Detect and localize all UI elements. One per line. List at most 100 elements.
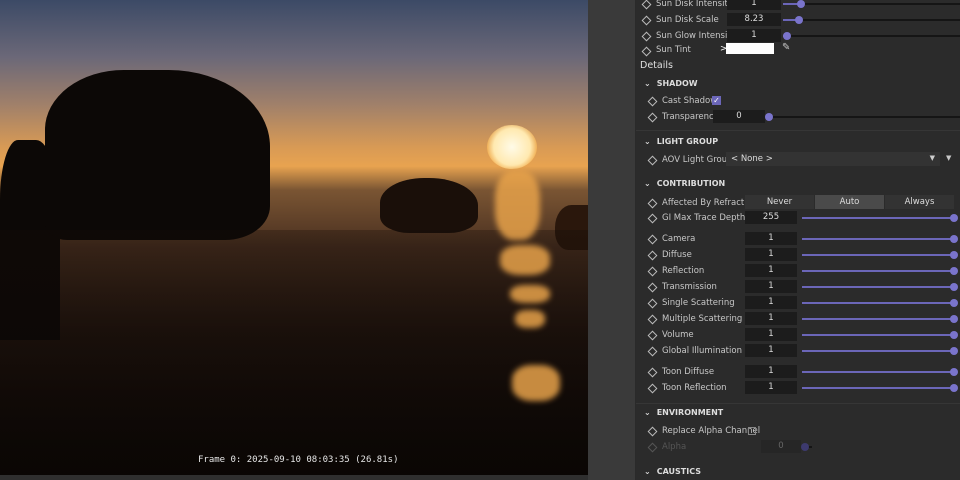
keyframe-diamond-icon[interactable] xyxy=(647,298,658,309)
value-field[interactable]: 1 xyxy=(745,232,797,245)
contribution-slider[interactable] xyxy=(802,251,958,259)
value-field[interactable]: 1 xyxy=(745,264,797,277)
slider-fill xyxy=(802,270,954,272)
value-slider[interactable] xyxy=(782,32,960,40)
slider-knob[interactable] xyxy=(782,32,791,40)
contribution-slider[interactable] xyxy=(802,283,958,291)
slider-knob[interactable] xyxy=(950,214,958,222)
value-field[interactable]: 0 xyxy=(713,110,765,123)
cast-shadow-checkbox[interactable]: ✓ xyxy=(712,96,721,105)
keyframe-diamond-icon[interactable] xyxy=(647,250,658,261)
dropdown-value: < None > xyxy=(731,154,773,164)
slider-knob[interactable] xyxy=(950,331,958,339)
value-field[interactable]: 1 xyxy=(727,29,781,42)
alpha-slider[interactable] xyxy=(801,443,812,451)
keyframe-diamond-icon[interactable] xyxy=(647,282,658,293)
slider-knob[interactable] xyxy=(950,384,958,392)
keyframe-diamond-icon[interactable] xyxy=(641,15,652,26)
value-field[interactable]: 1 xyxy=(745,248,797,261)
property-label: Alpha xyxy=(662,442,687,452)
value-field[interactable]: 1 xyxy=(745,328,797,341)
value-field[interactable]: 1 xyxy=(745,312,797,325)
gi-depth-slider[interactable] xyxy=(802,214,958,222)
keyframe-diamond-icon[interactable] xyxy=(647,96,658,107)
details-heading: Details xyxy=(640,60,673,71)
slider-knob[interactable] xyxy=(950,267,958,275)
refraction-option-never[interactable]: Never xyxy=(745,195,814,209)
options-menu-icon[interactable]: ▼ xyxy=(946,154,951,162)
slider-knob[interactable] xyxy=(950,368,958,376)
slider-knob[interactable] xyxy=(794,16,803,24)
section-light-group[interactable]: ⌄ LIGHT GROUP xyxy=(644,137,718,146)
keyframe-diamond-icon[interactable] xyxy=(647,266,658,277)
replace-alpha-checkbox[interactable] xyxy=(748,427,756,435)
viewport-footer xyxy=(0,475,588,480)
section-environment[interactable]: ⌄ ENVIRONMENT xyxy=(644,408,723,417)
property-label: Toon Reflection xyxy=(662,383,727,393)
slider-fill xyxy=(802,387,954,389)
contribution-slider[interactable] xyxy=(802,368,958,376)
slider-knob[interactable] xyxy=(801,443,809,451)
transparency-slider[interactable] xyxy=(765,113,960,121)
slider-knob[interactable] xyxy=(950,347,958,355)
section-title: LIGHT GROUP xyxy=(656,137,719,146)
render-viewport[interactable]: Frame 0: 2025-09-10 08:03:35 (26.81s) xyxy=(0,0,588,475)
eyedropper-icon[interactable]: ✎ xyxy=(782,42,790,53)
contribution-slider[interactable] xyxy=(802,267,958,275)
slider-fill xyxy=(802,254,954,256)
slider-knob[interactable] xyxy=(765,113,773,121)
property-label: Volume xyxy=(662,330,694,340)
slider-knob[interactable] xyxy=(950,299,958,307)
value-field[interactable]: 1 xyxy=(745,296,797,309)
slider-knob[interactable] xyxy=(796,0,805,8)
refraction-option-always[interactable]: Always xyxy=(885,195,954,209)
section-caustics[interactable]: ⌄ CAUSTICS xyxy=(644,467,701,476)
value-slider[interactable] xyxy=(783,16,960,24)
keyframe-diamond-icon[interactable] xyxy=(647,112,658,123)
aov-light-group-dropdown[interactable]: < None > ▼ xyxy=(726,152,940,166)
contribution-slider[interactable] xyxy=(802,384,958,392)
keyframe-diamond-icon[interactable] xyxy=(641,46,652,57)
slider-fill xyxy=(802,318,954,320)
value-field[interactable]: 1 xyxy=(745,381,797,394)
keyframe-diamond-icon[interactable] xyxy=(647,213,658,224)
keyframe-diamond-icon[interactable] xyxy=(647,383,658,394)
keyframe-diamond-icon[interactable] xyxy=(647,155,658,166)
value-field[interactable]: 1 xyxy=(745,365,797,378)
keyframe-diamond-icon[interactable] xyxy=(647,346,658,357)
keyframe-diamond-icon[interactable] xyxy=(647,426,658,437)
contribution-slider[interactable] xyxy=(802,347,958,355)
value-field[interactable]: 255 xyxy=(745,211,797,224)
contribution-slider[interactable] xyxy=(802,331,958,339)
contribution-slider[interactable] xyxy=(802,299,958,307)
keyframe-diamond-icon[interactable] xyxy=(641,0,652,10)
value-field[interactable]: 0 xyxy=(761,440,801,453)
keyframe-diamond-icon[interactable] xyxy=(647,234,658,245)
refraction-option-auto[interactable]: Auto xyxy=(815,195,884,209)
splitter[interactable] xyxy=(588,0,635,480)
slider-knob[interactable] xyxy=(950,283,958,291)
value-field[interactable]: 1 xyxy=(745,280,797,293)
keyframe-diamond-icon[interactable] xyxy=(647,330,658,341)
property-label: Multiple Scattering xyxy=(662,314,743,324)
slider-knob[interactable] xyxy=(950,315,958,323)
keyframe-diamond-icon[interactable] xyxy=(647,442,658,453)
keyframe-diamond-icon[interactable] xyxy=(647,198,658,209)
slider-knob[interactable] xyxy=(950,251,958,259)
slider-fill xyxy=(802,217,954,219)
keyframe-diamond-icon[interactable] xyxy=(641,31,652,42)
value-field[interactable]: 1 xyxy=(727,0,781,10)
section-shadow[interactable]: ⌄ SHADOW xyxy=(644,79,698,88)
slider-fill xyxy=(802,286,954,288)
section-contribution[interactable]: ⌄ CONTRIBUTION xyxy=(644,179,725,188)
section-title: CAUSTICS xyxy=(656,467,701,476)
value-field[interactable]: 8.23 xyxy=(727,13,781,26)
keyframe-diamond-icon[interactable] xyxy=(647,367,658,378)
sun-tint-swatch[interactable] xyxy=(726,43,774,54)
value-field[interactable]: 1 xyxy=(745,344,797,357)
value-slider[interactable] xyxy=(783,0,960,8)
contribution-slider[interactable] xyxy=(802,235,958,243)
keyframe-diamond-icon[interactable] xyxy=(647,314,658,325)
slider-knob[interactable] xyxy=(950,235,958,243)
contribution-slider[interactable] xyxy=(802,315,958,323)
